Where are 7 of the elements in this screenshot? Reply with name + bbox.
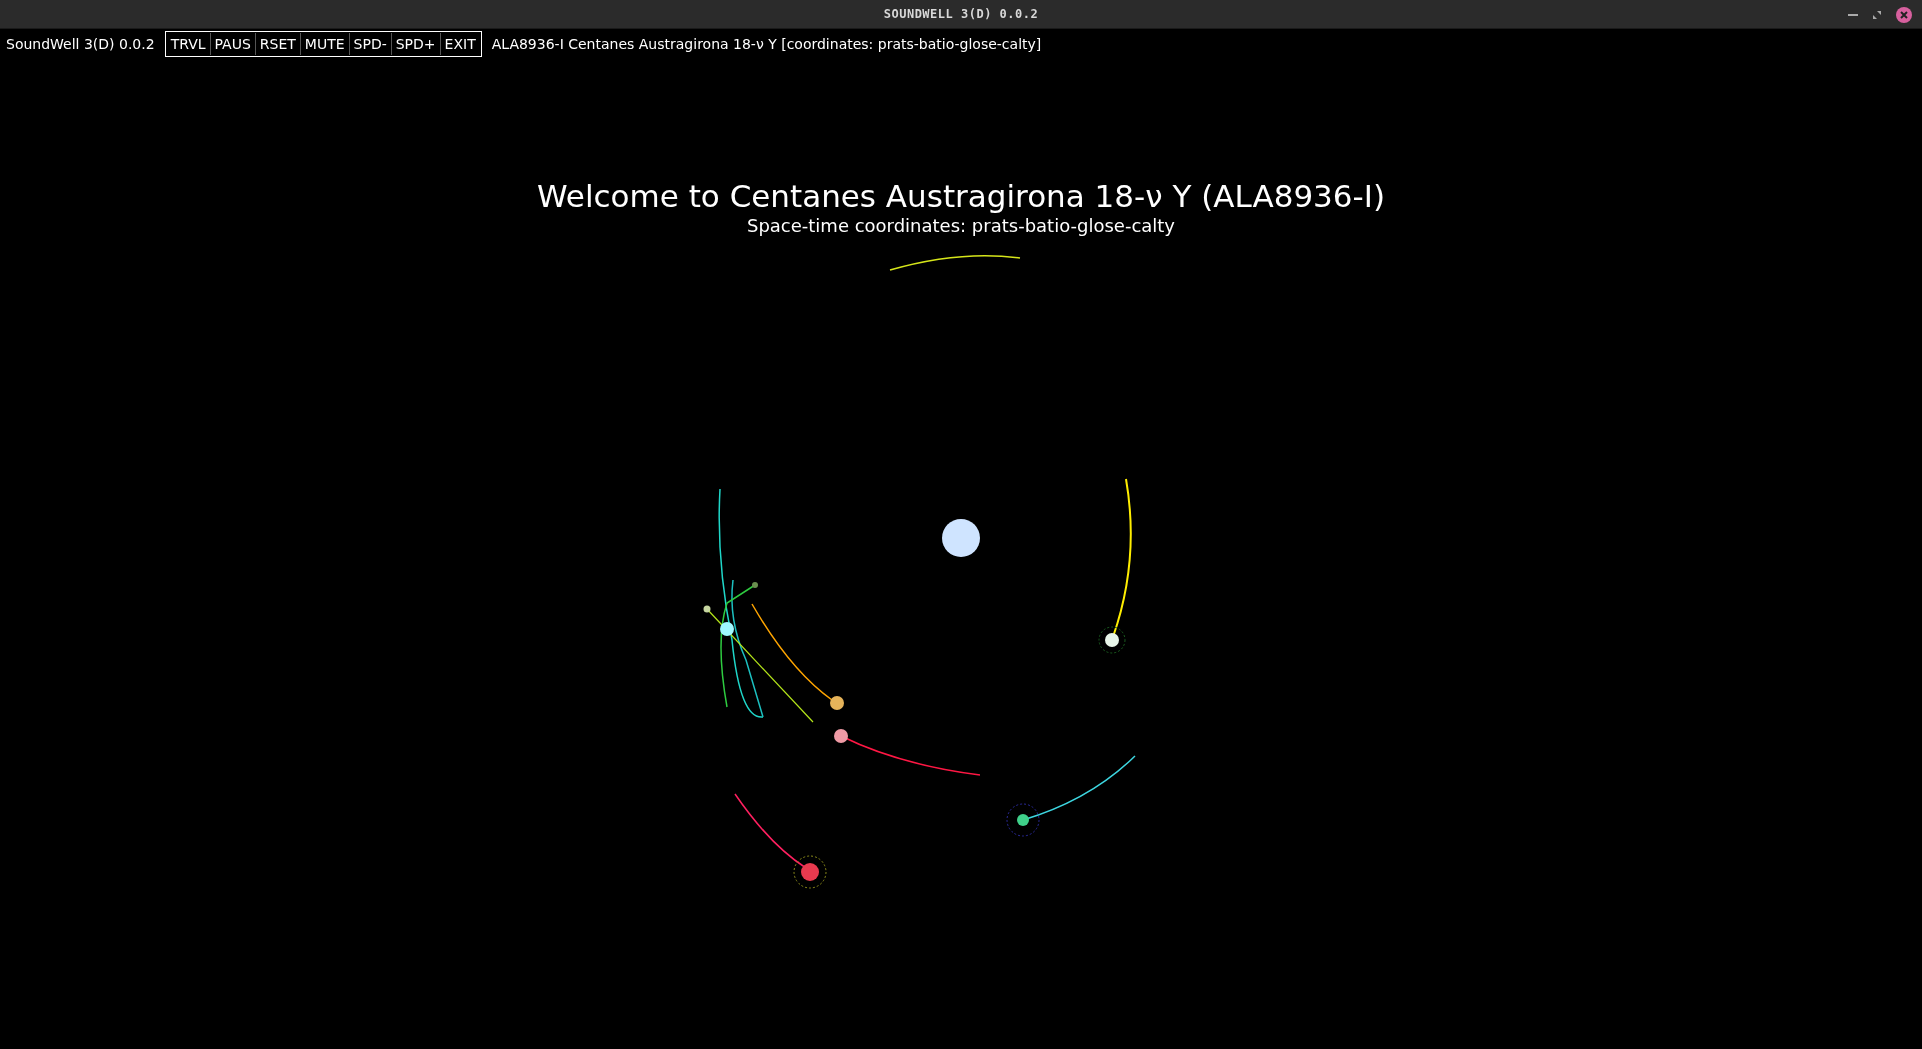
location-label: ALA8936-I Centanes Austragirona 18-ν Y [coordinates: prats-batio-glose-calty] <box>491 34 1042 54</box>
close-icon[interactable] <box>1896 6 1912 23</box>
welcome-title: Welcome to Centanes Austragirona 18-ν Y (ALA8936-I) <box>536 177 1386 215</box>
coordinates-subtitle: Space-time coordinates: prats-batio-glose-calty <box>745 215 1177 237</box>
maximize-icon[interactable] <box>1872 9 1882 20</box>
window-title: SOUNDWELL 3(D) 0.0.2 <box>883 6 1039 23</box>
app-name: SoundWell 3(D) 0.0.2 <box>6 34 155 54</box>
